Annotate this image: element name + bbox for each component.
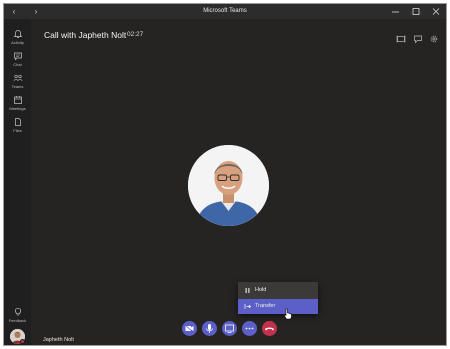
settings-button[interactable] [429, 31, 439, 43]
lightbulb-icon [14, 307, 21, 316]
menu-item-label: Transfer [255, 303, 276, 309]
calendar-icon [13, 96, 22, 104]
mic-icon [206, 324, 213, 333]
pause-icon [245, 288, 250, 293]
video-icon [184, 324, 194, 333]
transfer-icon [244, 304, 251, 309]
maximize-icon [412, 8, 420, 15]
menu-item-label: Hold [255, 287, 267, 293]
video-button[interactable] [182, 321, 197, 336]
bell-icon [13, 30, 22, 38]
minimize-icon [392, 11, 399, 13]
window-title: Microsoft Teams [203, 8, 247, 14]
title-bar: ‹ › Microsoft Teams [4, 4, 446, 19]
chat-icon [13, 52, 22, 61]
rail-label: Activity [11, 40, 24, 45]
microphone-button[interactable] [202, 321, 217, 336]
rail-item-meetings[interactable]: Meetings [4, 95, 31, 111]
gear-icon [430, 35, 438, 43]
caller-avatar [188, 145, 269, 226]
teams-icon [13, 74, 22, 82]
hang-up-button[interactable] [262, 321, 277, 336]
teams-window: ‹ › Microsoft Teams Activity Chat Teams … [3, 3, 447, 346]
close-button[interactable] [426, 4, 446, 19]
rail-item-teams[interactable]: Teams [4, 73, 31, 89]
app-rail: Activity Chat Teams Meetings Files Feedb… [4, 19, 31, 345]
menu-item-hold[interactable]: Hold [238, 283, 318, 298]
rail-label: Files [13, 128, 22, 133]
rail-item-feedback[interactable]: Feedback [4, 307, 31, 323]
rail-label: Feedback [8, 318, 27, 323]
caller-name: Japheth Nolt [43, 337, 74, 343]
share-screen-button[interactable] [222, 321, 237, 336]
conversation-button[interactable] [413, 31, 423, 44]
caller-photo [188, 145, 269, 226]
more-icon [245, 327, 254, 330]
rail-label: Meetings [9, 106, 26, 111]
hangup-icon [265, 327, 274, 331]
call-title: Call with Japheth Nolt [44, 30, 127, 40]
share-screen-icon [225, 324, 234, 333]
minimize-button[interactable] [386, 4, 406, 19]
rail-label: Teams [11, 84, 24, 89]
file-icon [14, 118, 21, 126]
more-options-button[interactable] [242, 321, 257, 336]
layout-button[interactable] [396, 31, 406, 43]
close-icon [432, 8, 440, 15]
maximize-button[interactable] [406, 4, 426, 19]
chat-bubble-icon [414, 35, 422, 44]
call-more-menu: Hold Transfer [238, 282, 318, 314]
layout-icon [396, 35, 406, 43]
hand-cursor-icon [284, 308, 292, 320]
rail-item-files[interactable]: Files [4, 117, 31, 133]
rail-item-activity[interactable]: Activity [4, 29, 31, 45]
call-duration: 02:27 [127, 31, 144, 38]
rail-label: Chat [13, 62, 22, 67]
menu-item-transfer[interactable]: Transfer [238, 299, 318, 314]
presence-status-badge [20, 339, 25, 344]
call-stage: Call with Japheth Nolt 02:27 Hold Transf… [31, 19, 446, 345]
rail-item-chat[interactable]: Chat [4, 51, 31, 67]
